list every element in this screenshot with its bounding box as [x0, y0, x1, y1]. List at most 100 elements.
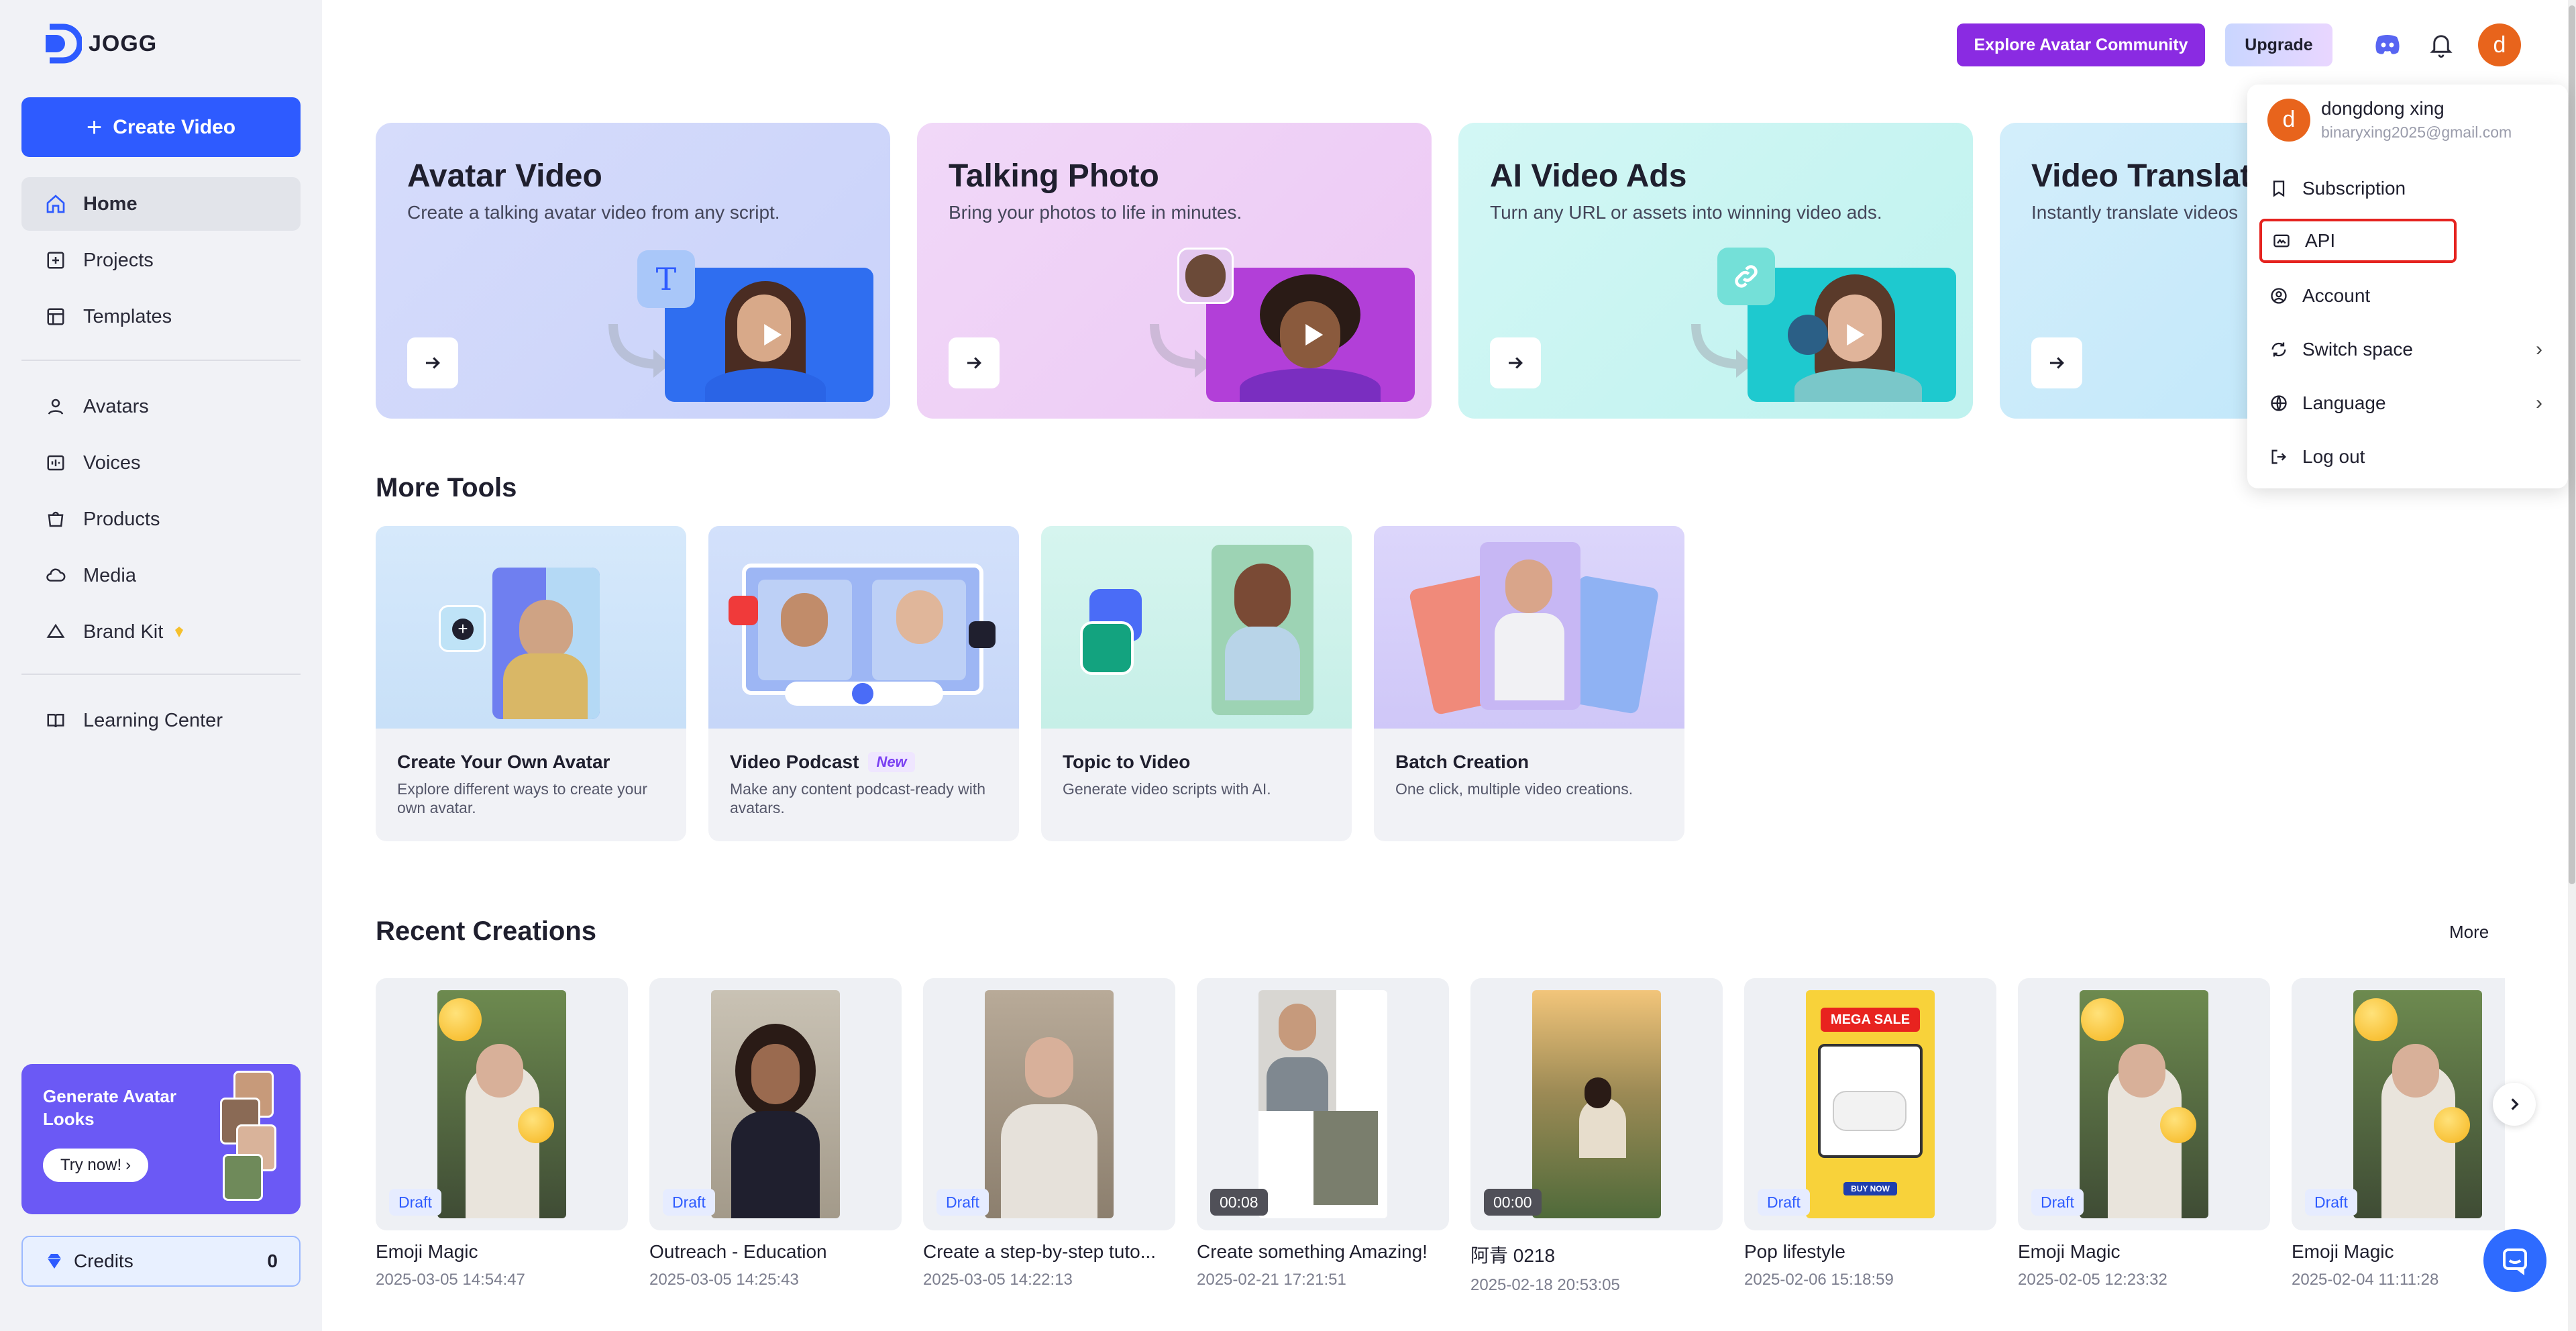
sidebar-item-brand-kit[interactable]: Brand Kit [21, 605, 301, 659]
recent-creation-thumbnail[interactable]: 00:08 [1197, 978, 1449, 1230]
avatar-looks-stack-image [220, 1071, 280, 1212]
generate-avatar-looks-promo[interactable]: Generate Avatar Looks Try now! › [21, 1064, 301, 1214]
menu-item-api[interactable]: API [2259, 219, 2457, 263]
avatar: d [2267, 98, 2310, 142]
recent-creation-date: 2025-02-04 11:11:28 [2292, 1271, 2439, 1289]
menu-item-account[interactable]: Account [2259, 274, 2556, 318]
page-scrollbar-thumb[interactable] [2569, 5, 2575, 884]
recent-creation-item[interactable]: Draft Emoji Magic 2025-02-05 12:23:32 [2018, 978, 2270, 1289]
topic-to-video-card[interactable]: Topic to Video Generate video scripts wi… [1041, 526, 1352, 841]
logo[interactable]: JOGG [43, 23, 157, 64]
sidebar-divider [21, 360, 301, 361]
text-t-icon: T [637, 250, 695, 308]
sidebar-item-avatars[interactable]: Avatars [21, 380, 301, 433]
recent-creation-item[interactable]: Draft Emoji Magic 2025-03-05 14:54:47 [376, 978, 628, 1289]
menu-item-switch-space[interactable]: Switch space › [2259, 327, 2556, 372]
sidebar-item-products[interactable]: Products [21, 492, 301, 546]
recent-creation-item[interactable]: Draft Outreach - Education 2025-03-05 14… [649, 978, 902, 1289]
draft-badge: Draft [2305, 1189, 2357, 1216]
more-tools-heading: More Tools [376, 473, 517, 502]
premium-gem-icon [175, 627, 184, 637]
recent-creation-thumbnail[interactable]: 00:00 [1470, 978, 1723, 1230]
recent-creation-item[interactable]: 00:00 阿青 0218 2025-02-18 20:53:05 [1470, 978, 1723, 1295]
credits-count: 0 [267, 1250, 278, 1271]
sidebar-item-label: Avatars [83, 395, 149, 417]
sidebar-item-media[interactable]: Media [21, 549, 301, 602]
card-title: Talking Photo [949, 158, 1159, 194]
recent-creation-thumbnail[interactable]: MEGA SALE BUY NOW Draft [1744, 978, 1996, 1230]
duration-badge: 00:08 [1210, 1189, 1268, 1216]
chat-icon [2503, 1248, 2527, 1275]
recent-creation-item[interactable]: MEGA SALE BUY NOW Draft Pop lifestyle 20… [1744, 978, 1996, 1289]
support-chat-button[interactable] [2483, 1229, 2546, 1292]
menu-item-subscription[interactable]: Subscription [2259, 166, 2556, 211]
promo-title: Generate Avatar Looks [43, 1086, 176, 1129]
video-preview [985, 990, 1114, 1218]
card-subtitle: Create a talking avatar video from any s… [407, 202, 780, 223]
video-podcast-illustration [708, 526, 1019, 729]
video-podcast-card[interactable]: Video Podcast New Make any content podca… [708, 526, 1019, 841]
thinking-emoji-icon [2081, 998, 2124, 1041]
arrow-right-button[interactable] [2031, 337, 2082, 388]
recent-creation-item[interactable]: 00:08 Create something Amazing! 2025-02-… [1197, 978, 1449, 1289]
talking-photo-card[interactable]: Talking Photo Bring your photos to life … [917, 123, 1432, 419]
user-email: binaryxing2025@gmail.com [2321, 123, 2512, 141]
batch-creation-card[interactable]: Batch Creation One click, multiple video… [1374, 526, 1684, 841]
recent-creation-thumbnail[interactable]: Draft [923, 978, 1175, 1230]
recent-creation-date: 2025-02-05 12:23:32 [2018, 1271, 2167, 1289]
recent-creation-date: 2025-02-18 20:53:05 [1470, 1276, 1620, 1294]
more-link[interactable]: More [2449, 922, 2489, 943]
carousel-next-button[interactable] [2493, 1083, 2536, 1126]
sidebar-item-label: Brand Kit [83, 621, 164, 643]
recent-creations-heading: Recent Creations [376, 916, 596, 946]
arrow-right-button[interactable] [949, 337, 1000, 388]
recent-creation-thumbnail[interactable]: Draft [649, 978, 902, 1230]
sidebar-item-voices[interactable]: Voices [21, 436, 301, 490]
recent-creation-date: 2025-03-05 14:54:47 [376, 1271, 525, 1289]
recent-creation-item[interactable]: Draft Create a step-by-step tuto... 2025… [923, 978, 1175, 1289]
card-subtitle: Bring your photos to life in minutes. [949, 202, 1242, 223]
recent-creation-item[interactable]: Draft Emoji Magic 2025-02-04 11:11:28 [2292, 978, 2505, 1289]
user-avatar-button[interactable]: d [2478, 23, 2521, 66]
upgrade-button[interactable]: Upgrade [2225, 23, 2332, 66]
try-now-button[interactable]: Try now! › [43, 1149, 149, 1182]
thinking-emoji-icon [2160, 1107, 2196, 1143]
menu-item-log-out[interactable]: Log out [2259, 435, 2556, 479]
menu-item-label: Subscription [2302, 178, 2406, 199]
create-your-own-avatar-card[interactable]: + Create Your Own Avatar Explore differe… [376, 526, 686, 841]
avatar-video-card[interactable]: Avatar Video Create a talking avatar vid… [376, 123, 890, 419]
sidebar-item-home[interactable]: Home [21, 177, 301, 231]
recent-creation-thumbnail[interactable]: Draft [2018, 978, 2270, 1230]
sidebar-nav-assets: Avatars Voices Products Media Brand Kit [21, 380, 301, 661]
play-icon [1846, 324, 1864, 345]
discord-icon[interactable] [2371, 28, 2404, 62]
sidebar-item-projects[interactable]: Projects [21, 233, 301, 287]
mega-sale-banner: MEGA SALE [1821, 1008, 1920, 1032]
create-video-button[interactable]: + Create Video [21, 97, 301, 157]
video-translate-card[interactable]: Video Translat Instantly translate video… [2000, 123, 2268, 419]
sidebar-item-learning-center[interactable]: Learning Center [21, 694, 301, 747]
sidebar-item-templates[interactable]: Templates [21, 290, 301, 343]
media-icon [44, 564, 67, 587]
chevron-right-icon [2511, 1098, 2519, 1110]
recent-creation-thumbnail[interactable]: Draft [2292, 978, 2505, 1230]
tool-title-text: Video Podcast [730, 751, 859, 772]
arrow-right-button[interactable] [407, 337, 458, 388]
new-badge: New [868, 752, 915, 772]
menu-item-label: API [2305, 230, 2336, 251]
ai-video-ads-card[interactable]: AI Video Ads Turn any URL or assets into… [1458, 123, 1973, 419]
youtube-icon [729, 596, 758, 625]
brand-kit-icon [44, 621, 67, 643]
arrow-right-button[interactable] [1490, 337, 1541, 388]
bell-icon[interactable] [2424, 28, 2458, 62]
chatgpt-icon [1080, 621, 1134, 675]
explore-avatar-community-button[interactable]: Explore Avatar Community [1957, 23, 2205, 66]
recent-creation-title: Outreach - Education [649, 1241, 827, 1262]
recent-creation-title: Pop lifestyle [1744, 1241, 1845, 1262]
talking-photo-preview-image [1206, 268, 1415, 402]
draft-badge: Draft [2031, 1189, 2084, 1216]
credits-panel[interactable]: Credits 0 [21, 1236, 301, 1287]
video-preview [1532, 990, 1661, 1218]
menu-item-language[interactable]: Language › [2259, 381, 2556, 425]
recent-creation-thumbnail[interactable]: Draft [376, 978, 628, 1230]
